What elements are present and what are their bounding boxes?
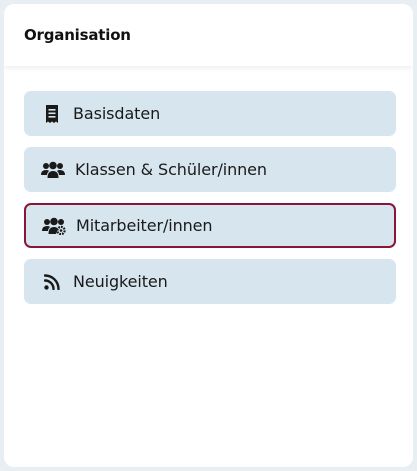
rss-icon [40, 272, 64, 292]
nav-item-label: Mitarbeiter/innen [76, 216, 213, 235]
nav-item-label: Neuigkeiten [73, 272, 168, 291]
receipt-icon [40, 104, 64, 124]
users-icon [40, 160, 66, 180]
card-title: Organisation [24, 26, 131, 44]
nav-item-klassen-schueler[interactable]: Klassen & Schüler/innen [24, 147, 396, 192]
nav-item-basisdaten[interactable]: Basisdaten [24, 91, 396, 136]
nav-list: Basisdaten Klassen & Schüler/innen Mitar… [4, 66, 413, 304]
card-header: Organisation [4, 4, 413, 66]
nav-item-mitarbeiter[interactable]: Mitarbeiter/innen [24, 203, 396, 248]
nav-item-label: Klassen & Schüler/innen [75, 160, 267, 179]
users-gear-icon [41, 216, 67, 236]
nav-item-label: Basisdaten [73, 104, 161, 123]
nav-item-neuigkeiten[interactable]: Neuigkeiten [24, 259, 396, 304]
organisation-card: Organisation Basisdaten Klassen & Schüle… [4, 4, 413, 467]
